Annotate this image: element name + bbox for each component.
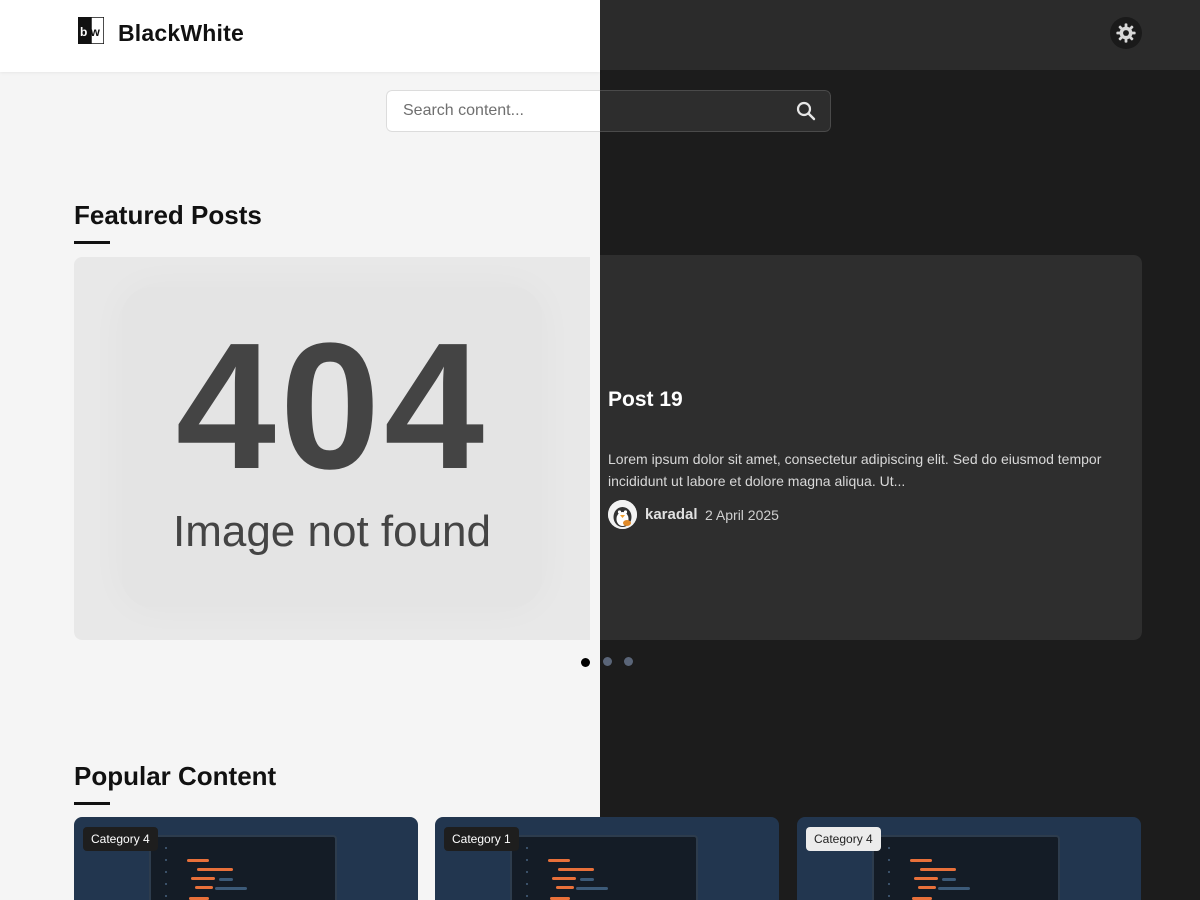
brand-name[interactable]: BlackWhite [118,20,244,47]
search-icon[interactable] [796,101,816,121]
popular-card-2[interactable]: Category 1 [435,817,779,900]
brand-logo[interactable]: b w [78,17,104,44]
title-underline [74,241,110,244]
popular-content-title: Popular Content [74,761,277,791]
code-thumbnail [510,835,698,900]
post-date: 2 April 2025 [705,507,779,523]
author-avatar[interactable] [608,500,637,529]
search-input[interactable] [386,90,786,132]
category-badge[interactable]: Category 1 [444,827,519,851]
featured-post-card[interactable]: 404 Image not found Post 19 Lorem ipsum … [74,255,1142,640]
code-thumbnail [872,835,1060,900]
image-error-code: 404 [175,306,489,507]
code-thumbnail [149,835,337,900]
gear-icon [1116,23,1136,43]
category-badge[interactable]: Category 4 [83,827,158,851]
carousel-dot-3[interactable] [624,657,633,666]
featured-post-body: Post 19 Lorem ipsum dolor sit amet, cons… [600,255,1142,640]
theme-toggle-button[interactable] [1110,17,1142,49]
featured-posts-title: Featured Posts [74,200,262,230]
carousel-dot-1[interactable] [581,658,590,667]
author-name[interactable]: karadal [645,506,698,523]
svg-text:w: w [90,25,101,39]
post-excerpt: Lorem ipsum dolor sit amet, consectetur … [608,451,1102,489]
category-badge[interactable]: Category 4 [806,827,881,851]
svg-text:b: b [80,25,87,39]
post-title[interactable]: Post 19 [608,388,683,412]
popular-card-3[interactable]: Category 4 [797,817,1141,900]
popular-card-1[interactable]: Category 4 [74,817,418,900]
featured-post-image[interactable]: 404 Image not found [74,257,590,640]
search-bar [386,90,831,132]
carousel-dot-2[interactable] [603,657,612,666]
image-error-message: Image not found [172,507,491,556]
title-underline [74,802,110,805]
